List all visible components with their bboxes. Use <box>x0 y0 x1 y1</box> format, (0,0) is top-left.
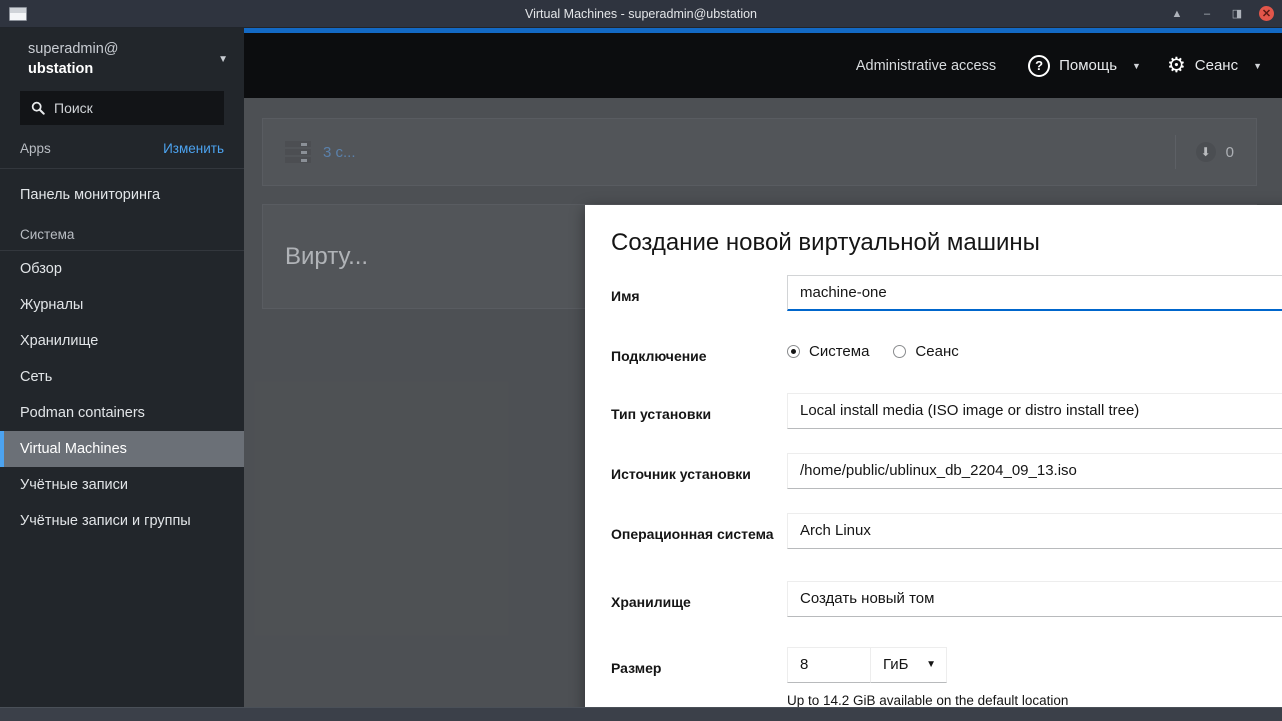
host-switcher-text: superadmin@ ubstation <box>28 40 210 79</box>
radio-icon-system[interactable] <box>787 345 800 358</box>
sidebar-item-network[interactable]: Сеть <box>0 359 244 395</box>
dialog-header: Создание новой виртуальной машины ✕ <box>585 205 1282 275</box>
name-label: Имя <box>611 288 640 304</box>
dialog-title: Создание новой виртуальной машины <box>611 229 1040 256</box>
sidebar-item-logs[interactable]: Журналы <box>0 287 244 323</box>
size-unit-value: ГиБ <box>883 656 909 674</box>
vm-name-input[interactable] <box>787 275 1282 311</box>
sidebar-item-accounts-and-groups[interactable]: Учётные записи и группы <box>0 503 244 539</box>
sidebar: superadmin@ ubstation ▼ Поиск Apps Измен… <box>0 28 244 721</box>
radio-option-system[interactable]: Система <box>787 343 869 360</box>
sidebar-item-accounts[interactable]: Учётные записи <box>0 467 244 503</box>
radio-icon-session[interactable] <box>893 345 907 358</box>
window-title: Virtual Machines - superadmin@ubstation <box>524 6 758 21</box>
field-row-connection: Подключение Система Сеанс <box>611 335 1282 369</box>
install-type-control: Local install media (ISO image or distro… <box>787 392 1282 429</box>
chevron-down-icon: ▼ <box>1253 60 1262 71</box>
install-source-label: Источник установки <box>611 465 751 482</box>
sidebar-item-overview[interactable]: Обзор <box>0 251 244 287</box>
sidebar-section-system: Система <box>0 213 244 252</box>
create-vm-dialog: Создание новой виртуальной машины ✕ Имя <box>585 205 1282 721</box>
connection-label: Подключение <box>611 348 707 364</box>
session-menu[interactable]: ⚙ Сеанс ▼ <box>1167 55 1262 76</box>
application-window: Virtual Machines - superadmin@ubstation … <box>0 0 1282 721</box>
size-row: ГиБ ▼ <box>787 646 1282 683</box>
operating-system-label: Операционная система <box>611 525 774 542</box>
install-type-value: Local install media (ISO image or distro… <box>800 402 1140 420</box>
content-header: Administrative access ? Помощь ▼ ⚙ Сеанс… <box>244 33 1282 98</box>
chevron-down-icon: ▼ <box>218 54 228 66</box>
install-source-value: /home/public/ublinux_db_2204_09_13.iso <box>800 462 1077 480</box>
chevron-down-icon: ▼ <box>1132 60 1141 71</box>
size-input[interactable] <box>787 646 871 683</box>
content-area: Administrative access ? Помощь ▼ ⚙ Сеанс… <box>244 28 1282 721</box>
field-row-operating-system: Операционная система Arch Linux ✕ ▼ <box>611 512 1282 549</box>
storage-label: Хранилище <box>611 593 691 610</box>
maximize-button[interactable]: ◨ <box>1229 6 1245 22</box>
titlebar: Virtual Machines - superadmin@ubstation … <box>0 0 1282 28</box>
connection-radio-group: Система Сеанс <box>787 335 1282 360</box>
window-body: superadmin@ ubstation ▼ Поиск Apps Измен… <box>0 28 1282 721</box>
field-row-install-type: Тип установки Local install media (ISO i… <box>611 392 1282 429</box>
eject-button[interactable]: ▲ <box>1169 6 1185 22</box>
sidebar-item-virtual-machines[interactable]: Virtual Machines <box>0 431 244 468</box>
apps-edit-link[interactable]: Изменить <box>163 141 224 156</box>
window-controls: ▲ – ◨ ✕ <box>1169 6 1274 22</box>
radio-label-session: Сеанс <box>915 343 959 360</box>
install-type-select[interactable]: Local install media (ISO image or distro… <box>787 392 1282 429</box>
storage-select[interactable]: Создать новый том ▼ <box>787 580 1282 617</box>
install-type-label: Тип установки <box>611 405 712 422</box>
field-row-install-source: Источник установки /home/public/ublinux_… <box>611 452 1282 489</box>
connection-control: Система Сеанс <box>787 335 1282 360</box>
session-menu-label: Сеанс <box>1194 57 1239 74</box>
search-placeholder: Поиск <box>54 100 93 117</box>
dialog-body: Имя Подключение <box>585 275 1282 721</box>
gear-icon: ⚙ <box>1166 54 1186 77</box>
window-icon <box>9 6 27 21</box>
chevron-down-icon: ▼ <box>926 659 936 671</box>
taskbar <box>0 707 1282 721</box>
operating-system-select[interactable]: Arch Linux ✕ ▼ <box>787 512 1282 549</box>
size-help-text: Up to 14.2 GiB available on the default … <box>787 692 1069 708</box>
operating-system-value: Arch Linux <box>800 522 871 540</box>
search-input[interactable]: Поиск <box>20 91 224 126</box>
page-area: 3 с... ⬇ 0 Вирту... ...ть ВМ Создание но… <box>244 98 1282 721</box>
storage-value: Создать новый том <box>800 590 935 608</box>
size-control: ГиБ ▼ Up to 14.2 GiB available on the de… <box>787 646 1282 708</box>
install-source-control: /home/public/ublinux_db_2204_09_13.iso ✕… <box>787 452 1282 489</box>
sidebar-item-podman-containers[interactable]: Podman containers <box>0 395 244 431</box>
administrative-access-button[interactable]: Administrative access <box>856 58 996 74</box>
sidebar-item-dashboard[interactable]: Панель мониторинга <box>0 177 244 213</box>
minimize-button[interactable]: – <box>1199 6 1215 22</box>
sidebar-item-storage[interactable]: Хранилище <box>0 323 244 359</box>
field-row-storage: Хранилище Создать новый том ▼ <box>611 580 1282 617</box>
help-circle-icon: ? <box>1028 54 1051 77</box>
field-row-name: Имя <box>611 275 1282 311</box>
size-label: Размер <box>611 659 662 676</box>
operating-system-control: Arch Linux ✕ ▼ <box>787 512 1282 549</box>
install-source-select[interactable]: /home/public/ublinux_db_2204_09_13.iso ✕… <box>787 452 1282 489</box>
storage-control: Создать новый том ▼ <box>787 580 1282 617</box>
size-unit-select[interactable]: ГиБ ▼ <box>871 646 947 683</box>
host-switcher[interactable]: superadmin@ ubstation ▼ <box>0 28 244 89</box>
radio-label-system: Система <box>809 343 870 360</box>
apps-row: Apps Изменить <box>0 125 244 170</box>
close-button[interactable]: ✕ <box>1259 6 1274 21</box>
help-menu[interactable]: ? Помощь ▼ <box>1028 54 1141 77</box>
host-user-label: superadmin@ <box>28 41 119 57</box>
radio-option-session[interactable]: Сеанс <box>893 343 959 360</box>
host-machine-label: ubstation <box>28 60 94 77</box>
apps-label: Apps <box>20 141 51 157</box>
search-icon <box>31 101 45 115</box>
field-row-size: Размер ГиБ ▼ Up to 14.2 GiB available <box>611 646 1282 708</box>
name-control <box>787 275 1282 311</box>
help-menu-label: Помощь <box>1059 57 1118 74</box>
